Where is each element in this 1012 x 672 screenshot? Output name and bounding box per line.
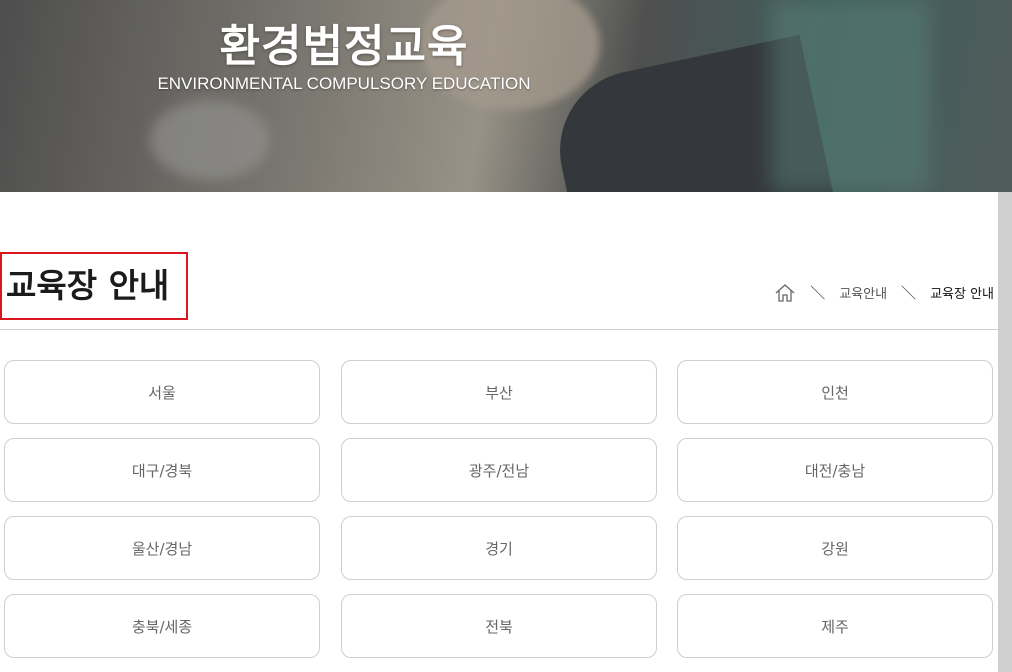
region-button-gwangju-jeonnam[interactable]: 광주/전남 [341,438,657,502]
region-button-jeonbuk[interactable]: 전북 [341,594,657,658]
main-content: 교육장 안내 ＼ 교육안내 ＼ 교육장 안내 서울 부산 인천 대구/경북 광주… [0,192,998,672]
region-button-incheon[interactable]: 인천 [677,360,993,424]
region-button-jeju[interactable]: 제주 [677,594,993,658]
divider [0,329,998,330]
region-button-daegu-gyeongbuk[interactable]: 대구/경북 [4,438,320,502]
page-title: 교육장 안내 [0,252,188,320]
region-button-gyeonggi[interactable]: 경기 [341,516,657,580]
region-button-busan[interactable]: 부산 [341,360,657,424]
hero-title: 환경법정교육 [219,21,469,72]
home-icon[interactable] [774,283,796,303]
region-button-seoul[interactable]: 서울 [4,360,320,424]
hero-subtitle: ENVIRONMENTAL COMPULSORY EDUCATION [157,74,531,93]
breadcrumb-item-education-guide[interactable]: 교육안내 [839,283,887,302]
breadcrumb-separator: ＼ [901,284,917,302]
breadcrumb-item-current: 교육장 안내 [930,287,994,302]
hero-banner: 환경법정교육 ENVIRONMENTAL COMPULSORY EDUCATIO… [0,0,1012,192]
region-button-gangwon[interactable]: 강원 [677,516,993,580]
region-button-chungbuk-sejong[interactable]: 충북/세종 [4,594,320,658]
region-button-daejeon-chungnam[interactable]: 대전/충남 [677,438,993,502]
region-button-ulsan-gyeongnam[interactable]: 울산/경남 [4,516,320,580]
breadcrumb-separator: ＼ [810,284,826,302]
breadcrumb: ＼ 교육안내 ＼ 교육장 안내 [774,282,994,303]
